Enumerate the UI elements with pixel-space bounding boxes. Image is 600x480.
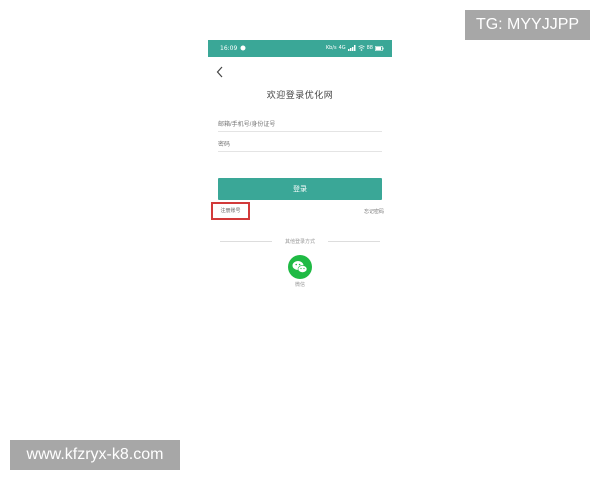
back-icon[interactable] [216,66,228,80]
wechat-icon [292,261,308,273]
register-link[interactable]: 注册账号 [211,202,250,220]
wechat-label: 微信 [294,282,305,288]
watermark-bottom: www.kfzryx-k8.com [10,440,180,470]
wifi-icon [357,45,365,51]
battery-icon [375,45,384,51]
other-login-label: 其他登录方式 [284,239,315,245]
password-input[interactable] [218,138,382,152]
status-right: Kb/s 4G 88 [326,45,384,51]
battery-text: 88 [366,45,373,51]
page-title: 欢迎登录优化网 [266,91,334,101]
status-time: 16:09 [220,45,238,52]
status-network: 4G [338,45,346,51]
phone-screen: 16:09 Kb/s 4G 88 欢迎登录优化网 邮箱/手机号/身份证号 登录 … [208,40,392,290]
signal-icon [347,45,356,51]
wechat-login-button[interactable] [288,255,312,279]
login-button[interactable]: 登录 [218,178,382,200]
status-bar: 16:09 Kb/s 4G 88 [208,40,392,57]
forgot-password-link[interactable]: 忘记密码 [364,208,384,215]
app-notification-icon [240,45,246,51]
watermark-top: TG: MYYJJPP [465,10,590,40]
account-input[interactable] [218,118,382,132]
status-speed: Kb/s [325,45,337,51]
